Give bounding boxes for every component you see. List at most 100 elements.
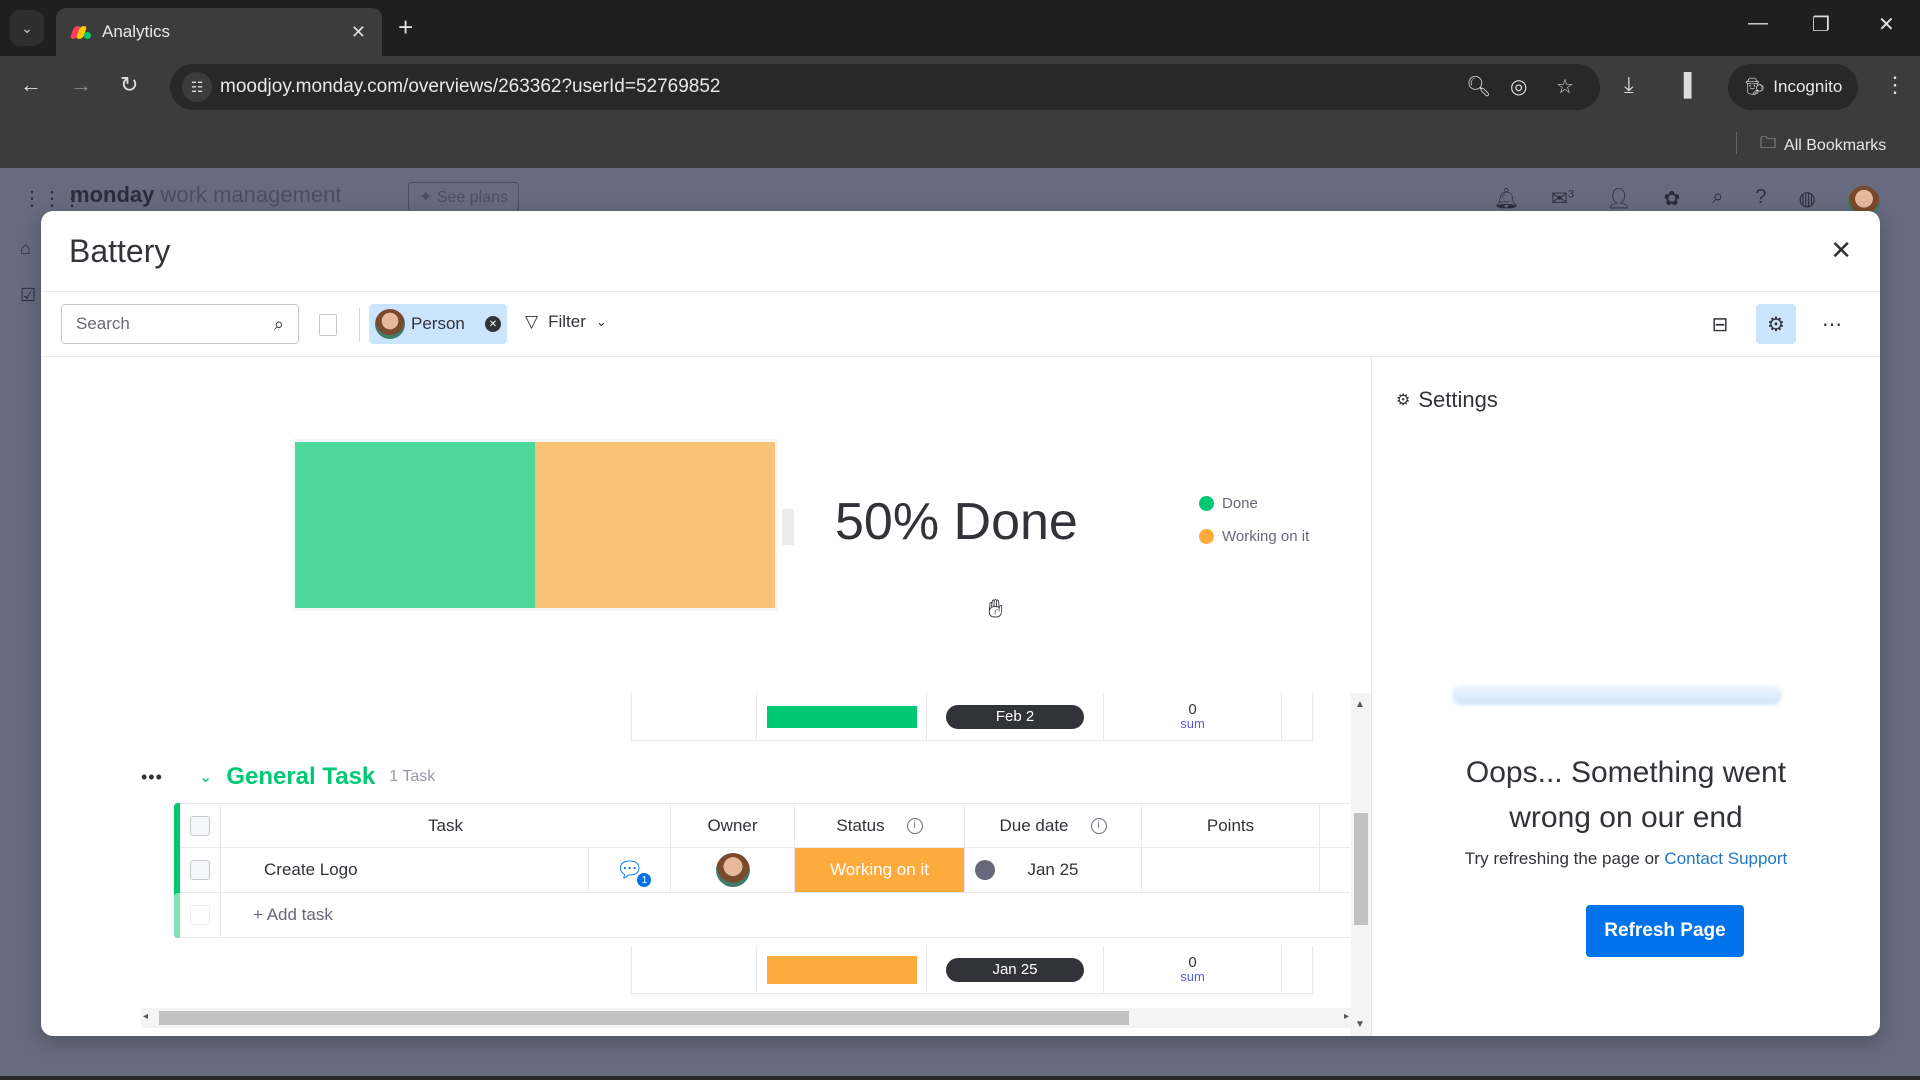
home-icon[interactable]: ⌂ — [20, 238, 36, 259]
horizontal-scroll-thumb[interactable] — [159, 1011, 1129, 1025]
info-icon[interactable]: i — [906, 817, 923, 834]
vertical-scrollbar[interactable]: ▲ ▼ — [1351, 693, 1371, 1036]
filter-button[interactable]: ▽ Filter ⌄ — [525, 312, 607, 332]
see-plans-button[interactable]: ✦ See plans — [408, 182, 520, 212]
column-header-task[interactable]: Task — [221, 804, 671, 847]
bookmarks-bar: 🗀 All Bookmarks — [0, 120, 1920, 168]
address-bar[interactable]: ☷ moodjoy.monday.com/overviews/263362?us… — [170, 64, 1600, 110]
save-view-icon[interactable] — [319, 314, 337, 336]
status-cell[interactable]: Working on it — [795, 848, 965, 892]
group-title[interactable]: General Task — [226, 763, 375, 791]
scroll-down-icon[interactable]: ▼ — [1355, 1019, 1365, 1030]
column-header-status[interactable]: Status i — [795, 804, 965, 847]
points-sum-label: sum — [1180, 716, 1205, 731]
new-tab-button[interactable]: + — [398, 12, 413, 43]
refresh-page-button[interactable]: Refresh Page — [1586, 905, 1744, 957]
tab-close-icon[interactable]: ✕ — [351, 22, 366, 43]
column-header-due-date[interactable]: Due date i — [965, 804, 1142, 847]
layout-icon[interactable]: ⊟ — [1700, 304, 1740, 344]
summary-status-cell — [757, 946, 927, 993]
minimize-button[interactable]: — — [1748, 12, 1768, 35]
task-name-cell[interactable]: Create Logo — [221, 848, 589, 892]
reload-button[interactable]: ↻ — [120, 72, 138, 98]
hand-cursor-icon: ✋︎ — [988, 593, 1003, 623]
points-sum-value: 0 — [1188, 954, 1197, 971]
due-date-cell[interactable]: Jan 25 — [965, 848, 1142, 892]
group-collapse-icon[interactable]: ⌄ — [199, 767, 212, 787]
scroll-right-icon[interactable]: ▸ — [1344, 1011, 1349, 1022]
search-input[interactable]: Search ⌕ — [61, 304, 299, 344]
row-checkbox[interactable] — [190, 860, 210, 880]
taskbar-strip — [0, 1076, 1920, 1080]
downloads-icon[interactable]: ⤓ — [1624, 72, 1634, 98]
tracking-protection-icon[interactable]: ◎ — [1510, 74, 1527, 99]
contact-support-link[interactable]: Contact Support — [1664, 849, 1787, 868]
all-bookmarks-button[interactable]: 🗀 All Bookmarks — [1760, 132, 1886, 159]
horizontal-scrollbar[interactable]: ◂ ▸ — [141, 1008, 1351, 1028]
bookmark-star-icon[interactable]: ☆ — [1556, 74, 1574, 99]
points-sum-value: 0 — [1188, 701, 1197, 718]
modal-close-icon[interactable]: ✕ — [1830, 235, 1852, 266]
owner-cell[interactable] — [671, 848, 795, 892]
side-panel-icon[interactable]: ▐ — [1676, 72, 1692, 98]
person-filter-chip[interactable]: Person ✕ — [369, 304, 507, 344]
monday-favicon-icon — [69, 24, 92, 40]
forward-button[interactable]: → — [70, 72, 92, 98]
scroll-left-icon[interactable]: ◂ — [143, 1011, 148, 1022]
clear-person-filter-icon[interactable]: ✕ — [485, 316, 501, 332]
deadline-icon — [975, 860, 995, 880]
person-avatar — [375, 309, 405, 339]
my-work-icon[interactable]: ☑ — [20, 285, 36, 306]
browser-menu-icon[interactable]: ⋮ — [1884, 72, 1906, 98]
legend-label: Working on it — [1222, 528, 1310, 545]
gear-icon: ⚙ — [1396, 392, 1411, 409]
battery-tip — [782, 509, 794, 545]
search-placeholder: Search — [76, 314, 130, 333]
date-range-pill: Jan 25 — [946, 957, 1084, 982]
tab-search-button[interactable]: ⌄ — [10, 10, 44, 46]
url-text[interactable]: moodjoy.monday.com/overviews/263362?user… — [220, 76, 720, 98]
add-task-button[interactable]: + Add task — [221, 893, 1350, 937]
restore-button[interactable]: ❐ — [1812, 12, 1830, 37]
battery-segment-done[interactable] — [295, 442, 535, 608]
all-bookmarks-label: All Bookmarks — [1784, 136, 1887, 154]
app-logo[interactable]: monday work management — [70, 182, 341, 208]
browser-tab-analytics[interactable]: Analytics ✕ — [56, 8, 382, 56]
updates-count-badge: 1 — [637, 873, 652, 887]
column-header-owner[interactable]: Owner — [671, 804, 795, 847]
error-subtitle-text: Try refreshing the page or — [1464, 849, 1665, 868]
settings-gear-icon[interactable]: ⚙ — [1756, 304, 1796, 344]
settings-panel: ⚙ Settings Oops... Something went wrong … — [1371, 357, 1880, 1036]
group-header: ••• ⌄ General Task 1 Task — [141, 763, 435, 791]
error-illustration — [1452, 685, 1782, 705]
more-options-icon[interactable]: ⋯ — [1812, 304, 1852, 344]
window-close-button[interactable]: ✕ — [1878, 12, 1895, 37]
group-menu-icon[interactable]: ••• — [141, 767, 163, 788]
incognito-label: Incognito — [1773, 77, 1843, 96]
battery-segment-working-on-it[interactable] — [535, 442, 775, 608]
select-all-checkbox[interactable] — [190, 815, 210, 836]
group-summary-row: Feb 2 0 sum — [631, 693, 1313, 741]
add-task-row: + Add task — [174, 893, 1350, 938]
group-summary-row: Jan 25 0 sum — [631, 946, 1313, 994]
info-icon[interactable]: i — [1090, 817, 1107, 834]
status-summary-bar — [766, 955, 917, 984]
column-header-points[interactable]: Points — [1142, 804, 1320, 847]
battery-modal: Battery ✕ Search ⌕ Person ✕ ▽ Filter ⌄ ⊟… — [41, 211, 1880, 1036]
back-button[interactable]: ← — [20, 72, 42, 98]
scroll-up-icon[interactable]: ▲ — [1355, 699, 1365, 710]
points-cell[interactable] — [1142, 848, 1320, 892]
error-title: Oops... Something went wrong on our end — [1465, 756, 1787, 834]
incognito-indicator[interactable]: 🕵︎ Incognito — [1728, 64, 1858, 110]
settings-title: Settings — [1418, 387, 1498, 412]
error-subtitle: Try refreshing the page or Contact Suppo… — [1372, 849, 1880, 869]
extra-cell — [1320, 848, 1350, 892]
zoom-icon[interactable]: 🔍︎ — [1466, 74, 1491, 99]
updates-cell[interactable]: 💬︎ 1 — [589, 848, 671, 892]
site-info-icon[interactable]: ☷ — [182, 72, 212, 102]
summary-date-cell: Jan 25 — [927, 946, 1104, 993]
vertical-scroll-thumb[interactable] — [1354, 813, 1368, 925]
legend-dot — [1199, 496, 1214, 511]
conversation-icon[interactable]: 💬︎ 1 — [616, 857, 652, 887]
summary-owner-cell — [632, 693, 757, 740]
